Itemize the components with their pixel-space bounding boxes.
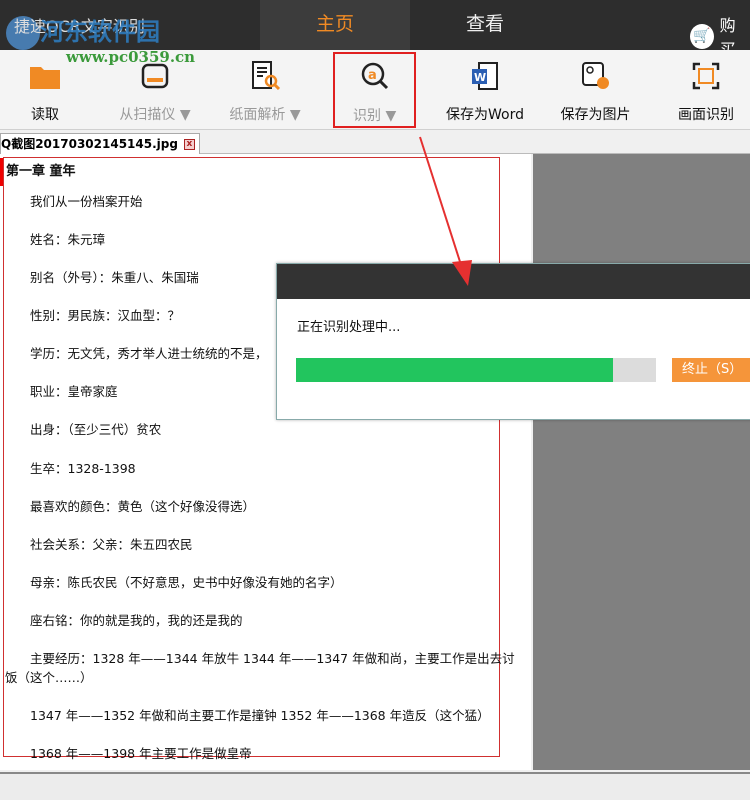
status-bar xyxy=(0,772,750,800)
recognize-button[interactable]: a 识别 ▼ xyxy=(333,52,417,128)
document-line: 1347 年——1352 年做和尚主要工作是撞钟 1352 年——1368 年造… xyxy=(30,708,490,723)
save-word-label: 保存为Word xyxy=(446,107,524,123)
document-line: 母亲：陈氏农民（不好意思，史书中好像没有她的名字） xyxy=(30,575,343,590)
recognize-label: 识别 ▼ xyxy=(353,108,397,124)
document-tab[interactable]: Q截图20170302145145.jpg x xyxy=(0,133,200,154)
recognize-magnifier-icon: a xyxy=(353,57,396,97)
screen-ocr-label: 画面识别 xyxy=(678,107,734,123)
document-line: 别名（外号）：朱重八、朱国瑞 xyxy=(30,270,199,285)
tab-view[interactable]: 查看 xyxy=(410,0,560,50)
stop-button[interactable]: 终止（S） xyxy=(672,358,750,382)
word-icon: W xyxy=(445,56,525,96)
progress-fill xyxy=(296,358,613,382)
save-image-button[interactable]: 保存为图片 xyxy=(558,56,633,124)
document-line: 性别：男民族：汉血型：？ xyxy=(30,308,181,323)
svg-text:a: a xyxy=(368,68,377,83)
paper-parse-button[interactable]: 纸面解析 ▼ xyxy=(225,56,305,124)
watermark-name: 河东软件园 xyxy=(40,18,160,46)
document-pane: 第一章 童年 我们从一份档案开始 姓名：朱元璋 别名（外号）：朱重八、朱国瑞 性… xyxy=(0,154,531,770)
save-image-label: 保存为图片 xyxy=(560,107,631,123)
tab-home[interactable]: 主页 xyxy=(260,0,410,50)
screen-ocr-button[interactable]: 画面识别 xyxy=(676,56,736,124)
document-line: 姓名：朱元璋 xyxy=(30,232,106,247)
document-line: 最喜欢的颜色：黄色（这个好像没得选） xyxy=(30,499,256,514)
watermark-url: www.pc0359.cn xyxy=(66,48,196,66)
document-line: 生卒：1328-1398 xyxy=(30,461,136,476)
paper-parse-label: 纸面解析 ▼ xyxy=(229,107,301,123)
scanner-button[interactable]: 从扫描仪 ▼ xyxy=(115,56,195,124)
read-label: 读取 xyxy=(31,107,59,123)
progress-dialog: 正在识别处理中... 终止（S） xyxy=(276,263,750,420)
save-image-icon xyxy=(558,56,633,96)
document-line: 主要经历：1328 年——1344 年放牛 1344 年——1347 年做和尚，… xyxy=(30,651,515,666)
document-tab-label: Q截图20170302145145.jpg xyxy=(1,136,178,151)
save-word-button[interactable]: W 保存为Word xyxy=(445,56,525,124)
document-line: 出身：（至少三代）贫农 xyxy=(30,422,162,437)
document-line: 社会关系：父亲：朱五四农民 xyxy=(30,537,193,552)
close-tab-icon[interactable]: x xyxy=(183,138,195,150)
dialog-header xyxy=(277,264,750,299)
document-line: 饭（这个……） xyxy=(5,670,93,685)
preview-pane xyxy=(533,154,750,770)
svg-text:W: W xyxy=(474,71,486,84)
document-line: 学历：无文凭，秀才举人进士统统的不是， xyxy=(30,346,268,361)
document-heading: 第一章 童年 xyxy=(6,164,76,179)
screen-capture-icon xyxy=(676,56,736,96)
folder-icon xyxy=(20,56,70,96)
scanner-label: 从扫描仪 ▼ xyxy=(119,107,191,123)
read-button[interactable]: 读取 xyxy=(20,56,70,124)
progress-bar xyxy=(296,358,656,382)
cart-icon: 🛒 xyxy=(690,23,714,49)
document-tab-strip: Q截图20170302145145.jpg x xyxy=(0,130,750,154)
document-line: 1368 年——1398 年主要工作是做皇帝 xyxy=(30,746,252,761)
progress-message: 正在识别处理中... xyxy=(297,320,401,335)
document-search-icon xyxy=(225,56,305,96)
document-line: 座右铭：你的就是我的，我的还是我的 xyxy=(30,613,243,628)
document-line: 我们从一份档案开始 xyxy=(30,194,143,209)
title-bar: 捷速OCR文字识别 河东软件园 主页 查看 🛒购买 xyxy=(0,0,750,59)
document-line: 职业：皇帝家庭 xyxy=(30,384,118,399)
